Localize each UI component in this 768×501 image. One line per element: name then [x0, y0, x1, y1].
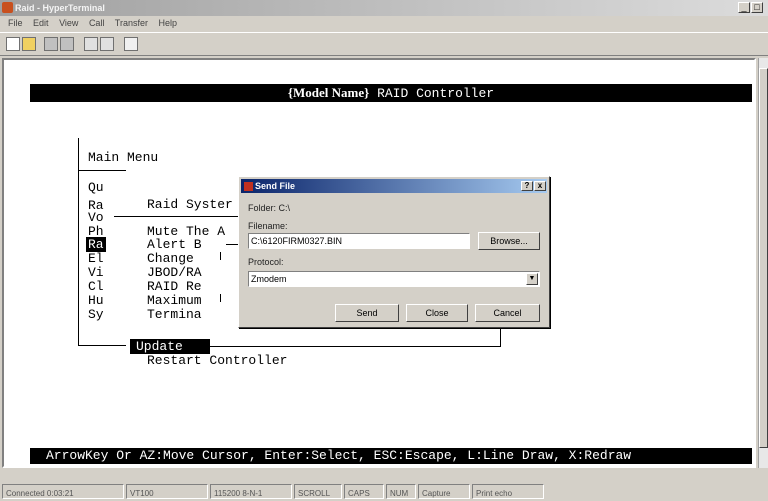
submenu-border-bottom	[204, 346, 501, 347]
vertical-scrollbar[interactable]	[758, 58, 768, 468]
status-printecho: Print echo	[472, 484, 544, 499]
protocol-select[interactable]: Zmodem ▼	[248, 271, 540, 287]
window-title: Raid - HyperTerminal	[15, 3, 105, 13]
main-menu-border-bottom	[78, 345, 126, 346]
send-icon[interactable]	[84, 37, 98, 51]
status-terminal: VT100	[126, 484, 208, 499]
submenu-item[interactable]: RAID Re	[147, 279, 202, 294]
chevron-down-icon[interactable]: ▼	[526, 273, 538, 285]
cancel-button[interactable]: Cancel	[475, 304, 540, 322]
dialog-help-button[interactable]: ?	[521, 181, 533, 191]
folder-label: Folder: C:\	[248, 203, 291, 213]
status-num: NUM	[386, 484, 416, 499]
submenu-item[interactable]: Termina	[147, 307, 202, 322]
maximize-button[interactable]: □	[751, 2, 763, 13]
submenu-title: Raid Syster	[147, 197, 233, 212]
open-icon[interactable]	[22, 37, 36, 51]
status-scroll: SCROLL	[294, 484, 342, 499]
submenu-change-mark	[220, 252, 221, 260]
status-connected: Connected 0:03:21	[2, 484, 124, 499]
main-menu-divider	[78, 170, 126, 171]
main-menu-item[interactable]: El	[88, 251, 104, 266]
filename-input[interactable]: C:\6120FIRM0327.BIN	[248, 233, 470, 249]
submenu-maximum-mark	[220, 294, 221, 302]
main-menu-item[interactable]: Vi	[88, 265, 104, 280]
submenu-item[interactable]: Alert B	[147, 237, 202, 252]
terminal-header: {Model Name} RAID Controller	[30, 84, 752, 102]
menu-file[interactable]: File	[8, 18, 23, 28]
main-menu-item[interactable]: Vo	[88, 210, 104, 225]
hyperterminal-window: Raid - HyperTerminal _ □ File Edit View …	[0, 0, 768, 501]
model-name: {Model Name}	[287, 85, 370, 100]
key-help-bar: ArrowKey Or AZ:Move Cursor, Enter:Select…	[30, 448, 752, 464]
menu-help[interactable]: Help	[159, 18, 178, 28]
scrollbar-thumb[interactable]	[759, 68, 768, 448]
main-menu-title: Main Menu	[88, 150, 159, 165]
send-file-dialog: Send File ? x Folder: C:\ Filename: C:\6…	[238, 176, 550, 328]
filename-label: Filename:	[248, 221, 288, 231]
status-settings: 115200 8-N-1	[210, 484, 292, 499]
hyperterminal-app-icon	[2, 2, 13, 13]
main-menu-item[interactable]: Sy	[88, 307, 104, 322]
menu-call[interactable]: Call	[89, 18, 105, 28]
dialog-close-button[interactable]: x	[534, 181, 546, 191]
minimize-button[interactable]: _	[738, 2, 750, 13]
submenu-item[interactable]: Restart Controller	[147, 353, 287, 368]
dialog-title: Send File	[255, 181, 296, 191]
controller-title: RAID Controller	[369, 86, 495, 101]
disconnect-icon[interactable]	[60, 37, 74, 51]
menu-bar: File Edit View Call Transfer Help	[0, 16, 768, 31]
menu-transfer[interactable]: Transfer	[115, 18, 148, 28]
main-menu-item[interactable]: Qu	[88, 180, 104, 195]
dialog-title-bar: Send File ? x	[241, 179, 547, 193]
main-menu-item[interactable]: Hu	[88, 293, 104, 308]
send-button[interactable]: Send	[335, 304, 399, 322]
menu-edit[interactable]: Edit	[33, 18, 49, 28]
submenu-divider	[114, 216, 242, 217]
title-bar: Raid - HyperTerminal _ □	[0, 0, 768, 16]
connect-icon[interactable]	[44, 37, 58, 51]
protocol-label: Protocol:	[248, 257, 284, 267]
main-menu-item-selected[interactable]: Ra	[86, 237, 106, 252]
submenu-item[interactable]: Change	[147, 251, 194, 266]
toolbar	[0, 32, 768, 56]
status-bar: Connected 0:03:21 VT100 115200 8-N-1 SCR…	[0, 482, 768, 501]
submenu-item[interactable]: Maximum	[147, 293, 202, 308]
status-capture: Capture	[418, 484, 470, 499]
close-button[interactable]: Close	[406, 304, 468, 322]
main-menu-item[interactable]: Cl	[88, 279, 104, 294]
submenu-item[interactable]: JBOD/RA	[147, 265, 202, 280]
menu-view[interactable]: View	[59, 18, 78, 28]
receive-icon[interactable]	[100, 37, 114, 51]
browse-button[interactable]: Browse...	[478, 232, 540, 250]
submenu-item-update-selected[interactable]: Update	[130, 339, 210, 354]
send-file-icon	[244, 182, 253, 191]
properties-icon[interactable]	[124, 37, 138, 51]
status-caps: CAPS	[344, 484, 384, 499]
protocol-value: Zmodem	[251, 274, 287, 284]
new-icon[interactable]	[6, 37, 20, 51]
